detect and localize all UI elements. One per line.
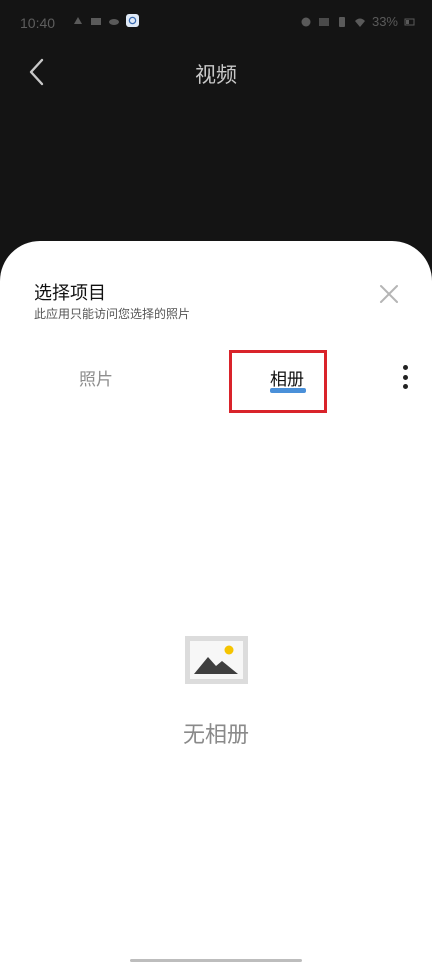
tab-photos[interactable]: 照片 — [79, 365, 113, 390]
empty-state-text: 无相册 — [182, 723, 249, 748]
sheet-subtitle: 此应用只能访问您选择的照片 — [34, 307, 191, 321]
app-title: 视频 — [195, 63, 237, 87]
item-picker-sheet: 选择项目 此应用只能访问您选择的照片 照片 相册 无相册 — [0, 241, 432, 964]
image-placeholder-icon — [185, 636, 248, 684]
highlight-box — [229, 350, 327, 413]
notification-icon — [74, 16, 82, 24]
battery-icon — [404, 18, 415, 25]
status-bar: 10:40 33% — [0, 0, 432, 48]
vibrate-icon — [338, 16, 345, 27]
more-options-dot — [402, 384, 408, 389]
more-options-button[interactable] — [397, 365, 413, 389]
home-indicator[interactable] — [130, 959, 302, 962]
status-left-icons — [72, 14, 139, 27]
more-options-dot — [402, 374, 408, 380]
more-options-icon — [402, 365, 408, 370]
close-button[interactable] — [378, 283, 400, 305]
screen: 10:40 33% 视频 选择项目 此应用只能访问您选择的照片 照片 相册 无相… — [0, 0, 432, 964]
status-right-icons: 33% — [300, 14, 416, 29]
network-speed-icon — [318, 17, 329, 26]
battery-text: 33% — [371, 14, 398, 29]
wifi-icon — [354, 18, 365, 27]
cloud-icon — [109, 18, 119, 25]
alarm-icon — [301, 17, 311, 26]
close-icon — [380, 285, 398, 303]
sheet-title: 选择项目 — [34, 283, 106, 304]
mail-icon — [91, 17, 101, 25]
status-time: 10:40 — [20, 15, 56, 31]
app-notification-icon — [126, 14, 139, 27]
